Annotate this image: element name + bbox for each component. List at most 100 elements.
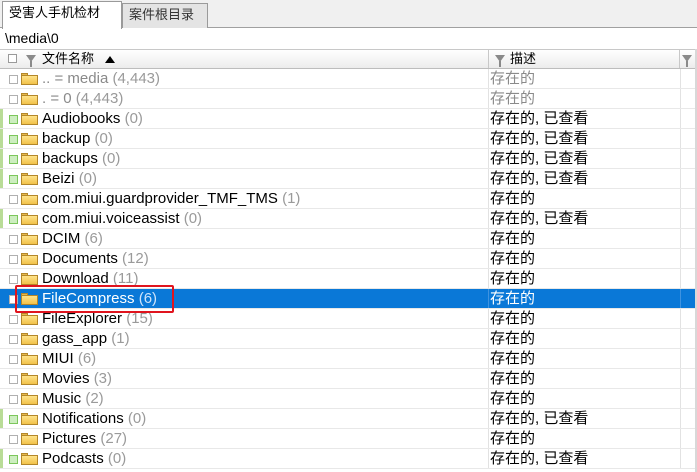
- row-checkbox[interactable]: [9, 355, 18, 364]
- row-checkbox[interactable]: [9, 215, 18, 224]
- row-checkbox[interactable]: [9, 455, 18, 464]
- item-count: (4,443): [112, 70, 160, 87]
- row-checkbox[interactable]: [9, 395, 18, 404]
- list-item[interactable]: Pictures (27) 存在的: [0, 429, 697, 449]
- folder-name: . = 0 (4,443): [42, 89, 123, 108]
- column-divider: [680, 289, 681, 308]
- column-divider: [680, 429, 681, 448]
- folder-icon: [21, 153, 38, 165]
- list-item[interactable]: Movies (3) 存在的: [0, 369, 697, 389]
- column-divider: [680, 369, 681, 388]
- folder-name: Music (2): [42, 389, 104, 408]
- list-item[interactable]: Podcasts (0) 存在的, 已查看: [0, 449, 697, 469]
- column-divider: [680, 109, 681, 128]
- column-header-name[interactable]: 文件名称: [0, 50, 489, 68]
- list-item[interactable]: DCIM (6) 存在的: [0, 229, 697, 249]
- folder-description: 存在的: [490, 310, 536, 327]
- folder-name: Audiobooks (0): [42, 109, 143, 128]
- viewed-marker: [0, 409, 3, 428]
- column-divider: [488, 229, 489, 248]
- row-checkbox[interactable]: [9, 415, 18, 424]
- folder-description: 存在的, 已查看: [490, 110, 589, 127]
- folder-icon: [21, 93, 38, 105]
- item-count: (0): [183, 210, 203, 227]
- column-divider: [488, 169, 489, 188]
- row-checkbox[interactable]: [9, 155, 18, 164]
- folder-name: DCIM (6): [42, 229, 103, 248]
- folder-description: 存在的, 已查看: [490, 170, 589, 187]
- item-count: (0): [94, 130, 113, 147]
- list-item[interactable]: Beizi (0) 存在的, 已查看: [0, 169, 697, 189]
- folder-description: 存在的, 已查看: [490, 410, 589, 427]
- row-checkbox[interactable]: [9, 315, 18, 324]
- filter-icon[interactable]: [495, 55, 505, 67]
- column-header-description[interactable]: 描述: [489, 50, 680, 68]
- item-count: (4,443): [75, 90, 124, 107]
- list-item[interactable]: . = 0 (4,443) 存在的: [0, 89, 697, 109]
- column-divider: [488, 449, 489, 468]
- list-item[interactable]: Audiobooks (0) 存在的, 已查看: [0, 109, 697, 129]
- folder-name: .. = media (4,443): [42, 69, 160, 88]
- list-item[interactable]: .. = media (4,443) 存在的: [0, 69, 697, 89]
- folder-name-text: gass_app: [42, 330, 108, 347]
- row-checkbox[interactable]: [9, 435, 18, 444]
- item-count: (27): [100, 430, 128, 447]
- item-count: (1): [111, 330, 130, 347]
- column-divider: [680, 249, 681, 268]
- filter-icon[interactable]: [682, 55, 692, 67]
- row-checkbox[interactable]: [9, 75, 18, 84]
- folder-icon: [21, 433, 38, 445]
- row-checkbox[interactable]: [9, 135, 18, 144]
- list-item[interactable]: FileCompress (6) 存在的: [0, 289, 697, 309]
- row-checkbox[interactable]: [9, 195, 18, 204]
- folder-name: backup (0): [42, 129, 113, 148]
- item-count: (15): [126, 310, 153, 327]
- current-path: \media\0: [0, 28, 697, 48]
- row-checkbox[interactable]: [9, 255, 18, 264]
- list-item[interactable]: Music (2) 存在的: [0, 389, 697, 409]
- item-count: (0): [107, 450, 127, 467]
- column-description-label: 描述: [510, 51, 537, 66]
- folder-name-text: Movies: [42, 370, 90, 387]
- folder-name-text: Documents: [42, 250, 118, 267]
- list-item[interactable]: backups (0) 存在的, 已查看: [0, 149, 697, 169]
- list-item[interactable]: com.miui.voiceassist (0) 存在的, 已查看: [0, 209, 697, 229]
- row-checkbox[interactable]: [9, 335, 18, 344]
- item-count: (1): [282, 190, 301, 207]
- folder-icon: [21, 213, 38, 225]
- column-divider: [680, 169, 681, 188]
- folder-icon: [21, 413, 38, 425]
- folder-name-text: com.miui.voiceassist: [42, 210, 180, 227]
- tab-case-root[interactable]: 案件根目录: [122, 3, 208, 28]
- row-checkbox[interactable]: [9, 95, 18, 104]
- row-checkbox[interactable]: [9, 235, 18, 244]
- filter-icon[interactable]: [26, 55, 36, 67]
- folder-icon: [21, 133, 38, 145]
- row-checkbox[interactable]: [9, 175, 18, 184]
- list-item[interactable]: gass_app (1) 存在的: [0, 329, 697, 349]
- row-checkbox[interactable]: [9, 295, 18, 304]
- row-checkbox[interactable]: [9, 375, 18, 384]
- item-count: (0): [127, 410, 147, 427]
- column-divider: [488, 309, 489, 328]
- list-item[interactable]: FileExplorer (15) 存在的: [0, 309, 697, 329]
- folder-icon: [21, 193, 38, 205]
- folder-name-text: Beizi: [42, 170, 75, 187]
- column-divider: [488, 349, 489, 368]
- column-divider: [488, 209, 489, 228]
- list-item[interactable]: com.miui.guardprovider_TMF_TMS (1) 存在的: [0, 189, 697, 209]
- tab-victim-phone-evidence[interactable]: 受害人手机检材: [2, 1, 122, 29]
- list-item[interactable]: backup (0) 存在的, 已查看: [0, 129, 697, 149]
- list-item[interactable]: Documents (12) 存在的: [0, 249, 697, 269]
- row-checkbox[interactable]: [9, 115, 18, 124]
- folder-description: 存在的, 已查看: [490, 450, 589, 467]
- item-count: (0): [102, 150, 121, 167]
- list-item[interactable]: Notifications (0) 存在的, 已查看: [0, 409, 697, 429]
- select-all-checkbox[interactable]: [8, 54, 17, 63]
- list-item[interactable]: MIUI (6) 存在的: [0, 349, 697, 369]
- column-divider: [680, 409, 681, 428]
- column-divider: [488, 369, 489, 388]
- list-item[interactable]: Download (11) 存在的: [0, 269, 697, 289]
- row-checkbox[interactable]: [9, 275, 18, 284]
- folder-name-text: backups: [42, 150, 98, 167]
